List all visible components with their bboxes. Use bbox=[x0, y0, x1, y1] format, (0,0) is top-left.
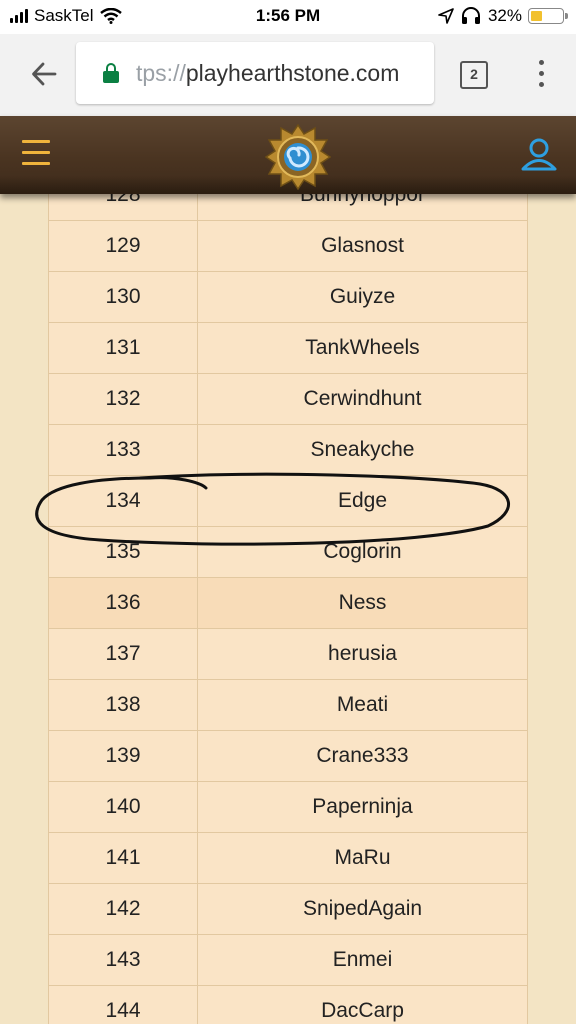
player-name-cell: MaRu bbox=[197, 832, 528, 884]
rank-cell: 128 bbox=[48, 194, 198, 221]
rank-cell: 144 bbox=[48, 985, 198, 1024]
rank-cell: 141 bbox=[48, 832, 198, 884]
table-row: 131 TankWheels bbox=[48, 322, 528, 374]
rank-cell: 135 bbox=[48, 526, 198, 578]
hamburger-icon[interactable] bbox=[22, 140, 50, 166]
location-icon bbox=[438, 8, 454, 24]
player-name-cell: Guiyze bbox=[197, 271, 528, 323]
url-bar[interactable]: tps://playhearthstone.com bbox=[76, 42, 434, 104]
player-name-cell: herusia bbox=[197, 628, 528, 680]
rank-cell: 143 bbox=[48, 934, 198, 986]
leaderboard-table-container: 128 Bunnyhoppor 129 Glasnost 130 Guiyze 131 Tan… bbox=[48, 194, 528, 1024]
table-row: 138 Meati bbox=[48, 679, 528, 731]
rank-cell: 134 bbox=[48, 475, 198, 527]
player-name-cell: DacCarp bbox=[197, 985, 528, 1024]
player-name-cell: Crane333 bbox=[197, 730, 528, 782]
url-host: playhearthstone.com bbox=[185, 59, 400, 86]
rank-cell: 133 bbox=[48, 424, 198, 476]
tabs-icon[interactable]: 2 bbox=[460, 61, 488, 89]
headphones-icon bbox=[461, 7, 480, 24]
rank-cell: 132 bbox=[48, 373, 198, 425]
player-name-cell: Meati bbox=[197, 679, 528, 731]
battery-icon bbox=[528, 8, 568, 24]
table-row: 128 Bunnyhoppor bbox=[48, 194, 528, 221]
table-row: 139 Crane333 bbox=[48, 730, 528, 782]
rank-cell: 131 bbox=[48, 322, 198, 374]
lock-icon bbox=[102, 63, 120, 83]
player-name-cell: Enmei bbox=[197, 934, 528, 986]
player-name-cell: Glasnost bbox=[197, 220, 528, 272]
player-name-cell: Bunnyhoppor bbox=[197, 194, 528, 221]
rank-cell: 138 bbox=[48, 679, 198, 731]
hearthstone-logo-icon[interactable] bbox=[265, 124, 331, 190]
back-button[interactable] bbox=[26, 56, 62, 92]
player-name-cell: Paperninja bbox=[197, 781, 528, 833]
table-row: 142 SnipedAgain bbox=[48, 883, 528, 935]
table-row: 135 Coglorin bbox=[48, 526, 528, 578]
rank-cell: 140 bbox=[48, 781, 198, 833]
user-icon[interactable] bbox=[520, 136, 558, 174]
rank-cell: 139 bbox=[48, 730, 198, 782]
player-name-cell: Cerwindhunt bbox=[197, 373, 528, 425]
status-bar: SaskTel 1:56 PM 32% bbox=[0, 0, 576, 34]
player-name-cell: Ness bbox=[197, 577, 528, 629]
battery-percent: 32% bbox=[487, 6, 522, 25]
table-row: 133 Sneakyche bbox=[48, 424, 528, 476]
rank-cell: 137 bbox=[48, 628, 198, 680]
table-row: 134 Edge bbox=[48, 475, 528, 527]
rank-cell: 129 bbox=[48, 220, 198, 272]
url-scheme: tps:// bbox=[136, 59, 186, 86]
table-row: 136 Ness bbox=[48, 577, 528, 629]
table-row: 144 DacCarp bbox=[48, 985, 528, 1024]
site-header bbox=[0, 116, 576, 194]
table-row: 130 Guiyze bbox=[48, 271, 528, 323]
back-arrow-icon bbox=[32, 62, 57, 86]
player-name-cell: SnipedAgain bbox=[197, 883, 528, 935]
rank-cell: 130 bbox=[48, 271, 198, 323]
table-row: 141 MaRu bbox=[48, 832, 528, 884]
rank-cell: 136 bbox=[48, 577, 198, 629]
table-row: 137 herusia bbox=[48, 628, 528, 680]
table-row: 143 Enmei bbox=[48, 934, 528, 986]
rank-cell: 142 bbox=[48, 883, 198, 935]
url-text[interactable]: tps://playhearthstone.com bbox=[136, 60, 399, 87]
player-name-cell: Edge bbox=[197, 475, 528, 527]
player-name-cell: TankWheels bbox=[197, 322, 528, 374]
leaderboard-table: 128 Bunnyhoppor 129 Glasnost 130 Guiyze 131 Tan… bbox=[48, 194, 528, 1024]
more-vert-icon[interactable] bbox=[534, 60, 548, 90]
player-name-cell: Sneakyche bbox=[197, 424, 528, 476]
table-row: 132 Cerwindhunt bbox=[48, 373, 528, 425]
table-row: 129 Glasnost bbox=[48, 220, 528, 272]
player-name-cell: Coglorin bbox=[197, 526, 528, 578]
browser-toolbar: tps://playhearthstone.com 2 bbox=[0, 34, 576, 116]
table-row: 140 Paperninja bbox=[48, 781, 528, 833]
